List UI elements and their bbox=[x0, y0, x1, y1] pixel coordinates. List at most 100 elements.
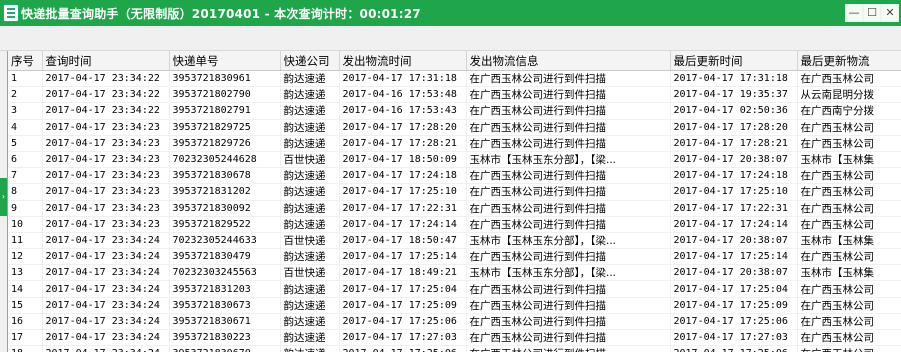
cell-courier: 百世快递 bbox=[280, 151, 340, 169]
cell-query-time: 2017-04-17 23:34:23 bbox=[42, 183, 170, 201]
table-row[interactable]: 14 2017-04-17 23:34:24 3953721831203 韵达速递 20… bbox=[8, 280, 901, 298]
table-row[interactable]: 17 2017-04-17 23:34:24 3953721830223 韵达速递 20… bbox=[8, 329, 901, 347]
cell-index: 14 bbox=[8, 280, 43, 298]
cell-index: 15 bbox=[8, 297, 43, 314]
cell-tracking-number: 3953721830673 bbox=[169, 297, 281, 314]
cell-tracking-number: 70232305244633 bbox=[169, 232, 281, 250]
cell-tracking-number: 3953721831203 bbox=[169, 280, 281, 298]
cell-last-update-info: 在广西玉林公司 bbox=[797, 280, 901, 298]
cell-ship-time: 2017-04-17 17:24:18 bbox=[339, 167, 467, 185]
cell-courier: 韵达速递 bbox=[280, 313, 340, 331]
table-row[interactable]: 16 2017-04-17 23:34:24 3953721830671 韵达速递 20… bbox=[8, 313, 901, 331]
table-row[interactable]: 5 2017-04-17 23:34:23 3953721829726 韵达速递 201… bbox=[8, 135, 901, 152]
column-header-last-update-time[interactable]: 最后更新时间 bbox=[670, 51, 798, 71]
cell-last-update-time: 2017-04-17 17:25:10 bbox=[670, 183, 798, 201]
minimize-button[interactable]: — bbox=[845, 4, 863, 22]
cell-ship-info: 在广西玉林公司进行到件扫描 bbox=[466, 70, 671, 88]
cell-last-update-time: 2017-04-17 19:35:37 bbox=[670, 86, 798, 104]
cell-last-update-info: 玉林市【玉林集 bbox=[797, 232, 901, 250]
cell-index: 16 bbox=[8, 313, 43, 331]
cell-ship-time: 2017-04-17 17:24:14 bbox=[339, 216, 467, 233]
cell-ship-info: 在广西玉林公司进行到件扫描 bbox=[466, 86, 671, 104]
cell-query-time: 2017-04-17 23:34:23 bbox=[42, 167, 170, 185]
table-row[interactable]: 8 2017-04-17 23:34:23 3953721831202 韵达速递 201… bbox=[8, 183, 901, 201]
cell-last-update-time: 2017-04-17 17:25:14 bbox=[670, 248, 798, 266]
cell-last-update-time: 2017-04-17 17:24:18 bbox=[670, 167, 798, 185]
cell-query-time: 2017-04-17 23:34:23 bbox=[42, 216, 170, 233]
cell-courier: 韵达速递 bbox=[280, 248, 340, 266]
cell-tracking-number: 3953721830479 bbox=[169, 248, 281, 266]
cell-ship-info: 在广西玉林公司进行到件扫描 bbox=[466, 313, 671, 331]
toolbar-area bbox=[0, 26, 901, 51]
cell-query-time: 2017-04-17 23:34:23 bbox=[42, 151, 170, 169]
cell-courier: 韵达速递 bbox=[280, 135, 340, 152]
table-row[interactable]: 182017-04-17 23:34:243953721830670韵达速递20… bbox=[8, 345, 901, 352]
table-row[interactable]: 9 2017-04-17 23:34:23 3953721830092 韵达速递 201… bbox=[8, 200, 901, 217]
cell-index: 12 bbox=[8, 248, 43, 266]
column-header-ship-info[interactable]: 发出物流信息 bbox=[466, 51, 671, 71]
table-row[interactable]: 12 2017-04-17 23:34:24 3953721830479 韵达速递 20… bbox=[8, 248, 901, 266]
cell-last-update-info: 玉林市【玉林集 bbox=[797, 151, 901, 169]
cell-query-time: 2017-04-17 23:34:24 bbox=[42, 264, 170, 282]
column-header-courier[interactable]: 快递公司 bbox=[280, 51, 340, 71]
window-title: 快递批量查询助手（无限制版）20170401 - 本次查询计时：00:01:27 bbox=[21, 7, 421, 21]
cell-tracking-number: 3953721830670 bbox=[169, 345, 281, 352]
cell-last-update-time: 2017-04-17 17:22:31 bbox=[670, 200, 798, 217]
table-row[interactable]: 2 2017-04-17 23:34:22 3953721802790 韵达速递 201… bbox=[8, 86, 901, 104]
cell-ship-time: 2017-04-17 18:50:09 bbox=[339, 151, 467, 169]
cell-query-time: 2017-04-17 23:34:22 bbox=[42, 86, 170, 104]
cell-query-time: 2017-04-17 23:34:23 bbox=[42, 135, 170, 152]
cell-ship-time: 2017-04-17 17:28:20 bbox=[339, 119, 467, 136]
cell-ship-time: 2017-04-17 17:25:14 bbox=[339, 248, 467, 266]
cell-last-update-info: 在广西玉林公司 bbox=[797, 183, 901, 201]
cell-query-time: 2017-04-17 23:34:22 bbox=[42, 102, 170, 120]
column-header-query-time[interactable]: 查询时间 bbox=[42, 51, 170, 71]
cell-ship-info: 在广西玉林公司进行到件扫描 bbox=[466, 280, 671, 298]
cell-last-update-time: 2017-04-17 17:28:21 bbox=[670, 135, 798, 152]
column-header-index[interactable]: 序号 bbox=[8, 51, 43, 71]
maximize-button[interactable]: ☐ bbox=[863, 4, 881, 22]
cell-query-time: 2017-04-17 23:34:24 bbox=[42, 297, 170, 314]
table-row[interactable]: 4 2017-04-17 23:34:23 3953721829725 韵达速递 201… bbox=[8, 119, 901, 136]
header-row: 序号 查询时间 快递单号 快递公司 发出物流时间 发出物流信息 最后更新时间 最… bbox=[8, 51, 901, 71]
close-button[interactable]: ✕ bbox=[881, 4, 899, 22]
cell-ship-time: 2017-04-17 17:27:03 bbox=[339, 329, 467, 347]
results-grid[interactable]: 序号 查询时间 快递单号 快递公司 发出物流时间 发出物流信息 最后更新时间 最… bbox=[7, 51, 901, 352]
cell-last-update-info: 在广西玉林公司 bbox=[797, 345, 901, 352]
cell-index: 18 bbox=[8, 345, 43, 352]
cell-last-update-time: 2017-04-17 20:38:07 bbox=[670, 151, 798, 169]
cell-ship-time: 2017-04-17 17:22:31 bbox=[339, 200, 467, 217]
table-row[interactable]: 1 2017-04-17 23:34:22 3953721830961 韵达速递 201… bbox=[8, 70, 901, 88]
cell-index: 11 bbox=[8, 232, 43, 250]
column-header-tracking-number[interactable]: 快递单号 bbox=[169, 51, 281, 71]
cell-query-time: 2017-04-17 23:34:23 bbox=[42, 119, 170, 136]
cell-index: 1 bbox=[8, 70, 43, 88]
cell-index: 13 bbox=[8, 264, 43, 282]
cell-last-update-info: 在广西玉林公司 bbox=[797, 329, 901, 347]
cell-ship-info: 在广西玉林公司进行到件扫描 bbox=[466, 200, 671, 217]
cell-ship-info: 在广西玉林公司进行到件扫描 bbox=[466, 345, 671, 352]
table-row[interactable]: 13 2017-04-17 23:34:24 70232303245563 百世快递 2… bbox=[8, 264, 901, 282]
table-row[interactable]: 6 2017-04-17 23:34:23 70232305244628 百世快递 20… bbox=[8, 151, 901, 169]
table-row[interactable]: 15 2017-04-17 23:34:24 3953721830673 韵达速递 20… bbox=[8, 297, 901, 314]
cell-ship-info: 在广西玉林公司进行到件扫描 bbox=[466, 167, 671, 185]
cell-ship-time: 2017-04-17 18:49:21 bbox=[339, 264, 467, 282]
cell-index: 5 bbox=[8, 135, 43, 152]
table-row[interactable]: 7 2017-04-17 23:34:23 3953721830678 韵达速递 201… bbox=[8, 167, 901, 185]
cell-last-update-time: 2017-04-17 17:25:06 bbox=[670, 345, 798, 352]
cell-last-update-time: 2017-04-17 17:31:18 bbox=[670, 70, 798, 88]
column-header-last-update-info[interactable]: 最后更新物流 bbox=[797, 51, 901, 71]
cell-index: 8 bbox=[8, 183, 43, 201]
cell-tracking-number: 3953721831202 bbox=[169, 183, 281, 201]
cell-tracking-number: 3953721830961 bbox=[169, 70, 281, 88]
cell-courier: 韵达速递 bbox=[280, 70, 340, 88]
cell-tracking-number: 3953721829725 bbox=[169, 119, 281, 136]
cell-courier: 韵达速递 bbox=[280, 345, 340, 352]
table-row[interactable]: 10 2017-04-17 23:34:23 3953721829522 韵达速递 20… bbox=[8, 216, 901, 233]
side-panel-toggle[interactable]: › bbox=[0, 178, 7, 216]
table-row[interactable]: 11 2017-04-17 23:34:24 70232305244633 百世快递 2… bbox=[8, 232, 901, 250]
column-header-ship-time[interactable]: 发出物流时间 bbox=[339, 51, 467, 71]
cell-index: 3 bbox=[8, 102, 43, 120]
cell-ship-time: 2017-04-17 17:25:04 bbox=[339, 280, 467, 298]
table-row[interactable]: 3 2017-04-17 23:34:22 3953721802791 韵达速递 201… bbox=[8, 102, 901, 120]
